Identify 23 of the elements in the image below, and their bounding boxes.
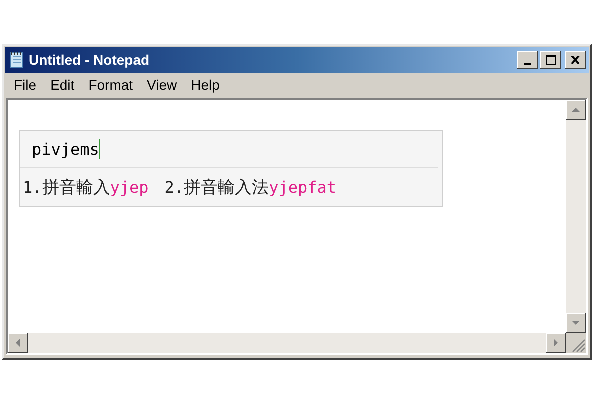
candidate-item[interactable]: 2.拼音輸入法yjepfat (164, 176, 336, 198)
candidate-item[interactable]: 1.拼音輸入yjep (23, 176, 149, 198)
menu-item[interactable]: View (141, 77, 186, 93)
menu-item[interactable]: Help (185, 77, 228, 93)
close-icon (571, 56, 580, 64)
menu-item[interactable]: Edit (44, 77, 83, 93)
notepad-icon (8, 51, 26, 69)
down-arrow-icon (572, 321, 580, 325)
minimize-button[interactable] (517, 51, 538, 69)
minimize-icon (524, 62, 531, 64)
maximize-button[interactable] (540, 51, 561, 69)
window-title: Untitled - Notepad (29, 52, 151, 68)
right-arrow-icon (554, 339, 558, 347)
up-arrow-icon (572, 108, 580, 112)
horizontal-scrollbar[interactable] (8, 333, 566, 353)
menu-item[interactable]: File (8, 77, 45, 93)
text-cursor (99, 139, 100, 159)
maximize-icon (546, 55, 556, 65)
left-arrow-icon (16, 339, 20, 347)
close-button[interactable] (565, 51, 586, 69)
vertical-scrollbar[interactable] (566, 100, 586, 333)
menu-item[interactable]: Format (82, 77, 142, 93)
composition-text: pivjems (32, 140, 100, 158)
